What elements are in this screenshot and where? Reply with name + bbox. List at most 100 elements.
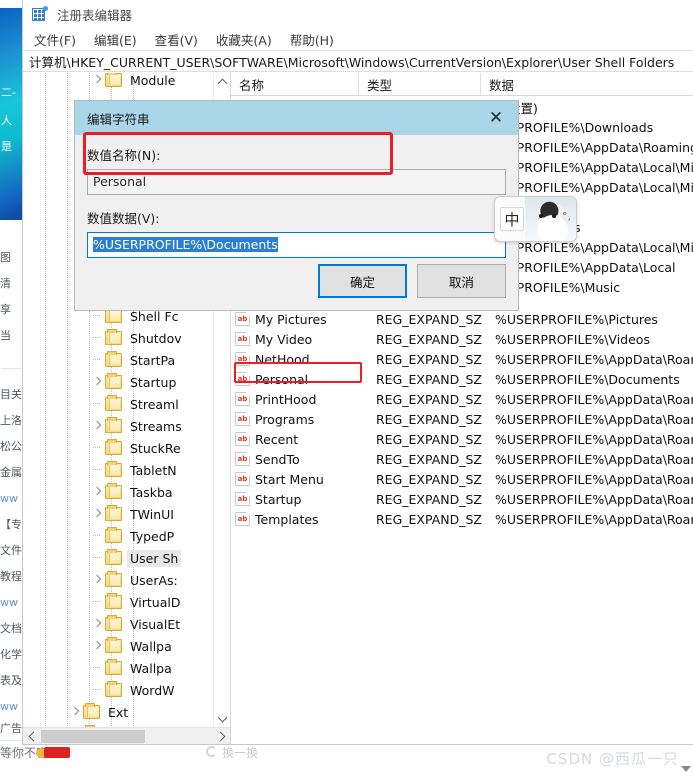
column-header-name[interactable]: 名称 xyxy=(231,73,359,95)
table-row[interactable]: ab Personal REG_EXPAND_SZ %USERPROFILE%\Doc… xyxy=(231,369,693,389)
menu-file[interactable]: 文件(F) xyxy=(25,28,85,51)
cancel-button[interactable]: 取消 xyxy=(417,264,506,298)
chevron-right-icon[interactable] xyxy=(89,503,105,525)
tree-item-virtuald[interactable]: VirtualD xyxy=(23,591,213,613)
refresh-icon[interactable] xyxy=(206,746,217,757)
watermark: CSDN @西瓜一只 xyxy=(546,750,679,768)
tree-item-useras-[interactable]: UserAs: xyxy=(23,569,213,591)
tree-item-taskba[interactable]: Taskba xyxy=(23,481,213,503)
value-name-cell: Startup xyxy=(255,491,302,507)
value-type-cell: REG_EXPAND_SZ xyxy=(376,331,482,347)
tree-rows[interactable]: Shell Fc Shutdov StartPa Startup Streaml Stre… xyxy=(23,305,213,727)
folder-icon xyxy=(83,703,100,719)
registry-editor-icon xyxy=(32,6,48,22)
menu-view[interactable]: 查看(V) xyxy=(146,28,207,51)
list-column-headers: 名称 类型 数据 xyxy=(231,73,693,96)
tree-item-module[interactable]: Module xyxy=(23,73,213,88)
value-name-input[interactable]: Personal xyxy=(87,169,506,195)
table-row[interactable]: ab NetHood REG_EXPAND_SZ %USERPROFILE%\AppD… xyxy=(231,349,693,369)
tree-connector-icon xyxy=(89,459,105,481)
chevron-right-icon[interactable] xyxy=(89,613,105,635)
background-text-6: 松公 xyxy=(0,440,22,453)
folder-icon xyxy=(105,351,122,367)
ime-mode-button[interactable]: 中 xyxy=(500,207,524,231)
value-type-cell: REG_EXPAND_SZ xyxy=(376,371,482,387)
table-row[interactable]: ab Start Menu REG_EXPAND_SZ %USERPROFILE%\A… xyxy=(231,469,693,489)
table-row[interactable]: ab Programs REG_EXPAND_SZ %USERPROFILE%\App… xyxy=(231,409,693,429)
value-name-cell: Start Menu xyxy=(255,471,324,487)
scroll-up-arrow[interactable] xyxy=(214,73,230,90)
column-header-type[interactable]: 类型 xyxy=(359,73,481,95)
window-titlebar: 注册表编辑器 xyxy=(23,0,693,28)
tree-item-wallpa[interactable]: Wallpa xyxy=(23,635,213,657)
edit-string-dialog[interactable]: 编辑字符串 ✕ 数值名称(N): Personal 数值数据(V): %USER… xyxy=(74,100,519,311)
visible-rows[interactable]: ab My Pictures REG_EXPAND_SZ %USERPROFILE%\… xyxy=(231,309,693,529)
tree-connector-icon xyxy=(89,679,105,701)
background-text-7: 金属 xyxy=(0,466,22,479)
close-icon[interactable]: ✕ xyxy=(474,101,518,135)
value-type-cell: REG_EXPAND_SZ xyxy=(376,391,482,407)
background-text-4: 目关 xyxy=(0,388,22,401)
chevron-right-icon[interactable] xyxy=(89,371,105,393)
tree-item-typedp[interactable]: TypedP xyxy=(23,525,213,547)
value-type-cell: REG_EXPAND_SZ xyxy=(376,471,482,487)
scroll-down-arrow[interactable] xyxy=(214,710,230,727)
table-row[interactable]: ab PrintHood REG_EXPAND_SZ %USERPROFILE%\Ap… xyxy=(231,389,693,409)
tree-item-tabletn[interactable]: TabletN xyxy=(23,459,213,481)
tree-item-ext[interactable]: Ext xyxy=(23,701,213,723)
string-value-icon: ab xyxy=(235,372,250,386)
menu-edit[interactable]: 编辑(E) xyxy=(85,28,146,51)
tree-item-wordw[interactable]: WordW xyxy=(23,679,213,701)
tree-connector-icon xyxy=(89,525,105,547)
table-row[interactable]: ab Startup REG_EXPAND_SZ %USERPROFILE%\AppD… xyxy=(231,489,693,509)
chevron-right-icon[interactable] xyxy=(89,415,105,437)
folder-icon xyxy=(105,637,122,653)
table-row[interactable]: ab SendTo REG_EXPAND_SZ %USERPROFILE%\AppDa… xyxy=(231,449,693,469)
scroll-left-arrow[interactable] xyxy=(23,728,40,745)
menu-favorites[interactable]: 收藏夹(A) xyxy=(207,28,281,51)
address-bar[interactable]: 计算机\HKEY_CURRENT_USER\SOFTWARE\Microsoft… xyxy=(23,50,693,72)
ok-button[interactable]: 确定 xyxy=(318,264,407,298)
tree-item-shutdov[interactable]: Shutdov xyxy=(23,327,213,349)
tree-item-streams[interactable]: Streams xyxy=(23,415,213,437)
ime-comma-icon[interactable]: °, xyxy=(562,210,571,223)
value-data-input[interactable]: %USERPROFILE%\Documents xyxy=(87,232,506,258)
background-text-17: 广告 xyxy=(0,722,22,735)
tree-item-user-sh[interactable]: User Sh xyxy=(23,547,213,569)
tree-hscroll-thumb[interactable] xyxy=(41,729,145,743)
tree-horizontal-scrollbar[interactable] xyxy=(23,727,230,744)
refresh-label[interactable]: 换一换 xyxy=(222,744,258,761)
chevron-right-icon[interactable] xyxy=(67,701,83,723)
table-row[interactable]: ab Templates REG_EXPAND_SZ %USERPROFILE%\Ap… xyxy=(231,509,693,529)
scroll-right-arrow[interactable] xyxy=(213,728,230,745)
page-scroll-caret[interactable] xyxy=(681,766,691,772)
background-text-12[interactable]: ww xyxy=(0,590,22,616)
menu-bar: 文件(F) 编辑(E) 查看(V) 收藏夹(A) 帮助(H) xyxy=(23,28,693,50)
tree-item-streaml[interactable]: Streaml xyxy=(23,393,213,415)
tree-connector-icon xyxy=(89,327,105,349)
table-row[interactable]: ab My Video REG_EXPAND_SZ %USERPROFILE%\Vid… xyxy=(231,329,693,349)
table-row[interactable]: ab My Pictures REG_EXPAND_SZ %USERPROFILE%\… xyxy=(231,309,693,329)
tree-item-label: TabletN xyxy=(130,462,177,478)
folder-icon xyxy=(105,439,122,455)
background-text-9: 【专 xyxy=(0,518,22,531)
folder-icon xyxy=(105,571,122,587)
chevron-right-icon[interactable] xyxy=(89,635,105,657)
chevron-right-icon[interactable] xyxy=(89,481,105,503)
menu-help[interactable]: 帮助(H) xyxy=(281,28,343,51)
tree-item-label: UserAs: xyxy=(130,572,178,588)
tree-item-visualet[interactable]: VisualEt xyxy=(23,613,213,635)
tree-item-wallpa[interactable]: Wallpa xyxy=(23,657,213,679)
tree-item-twinui[interactable]: TWinUI xyxy=(23,503,213,525)
background-text-8[interactable]: ww xyxy=(0,486,22,512)
tree-item-stuckre[interactable]: StuckRe xyxy=(23,437,213,459)
tree-connector-icon xyxy=(89,393,105,415)
tree-item-startpa[interactable]: StartPa xyxy=(23,349,213,371)
folder-icon xyxy=(105,329,122,345)
ime-toolbar[interactable]: 中 °, xyxy=(494,196,577,242)
column-header-data[interactable]: 数据 xyxy=(481,73,693,95)
tree-item-startup[interactable]: Startup xyxy=(23,371,213,393)
chevron-right-icon[interactable] xyxy=(89,569,105,591)
table-row[interactable]: ab Recent REG_EXPAND_SZ %USERPROFILE%\AppDa… xyxy=(231,429,693,449)
background-text-5: 上洛 xyxy=(0,414,22,427)
